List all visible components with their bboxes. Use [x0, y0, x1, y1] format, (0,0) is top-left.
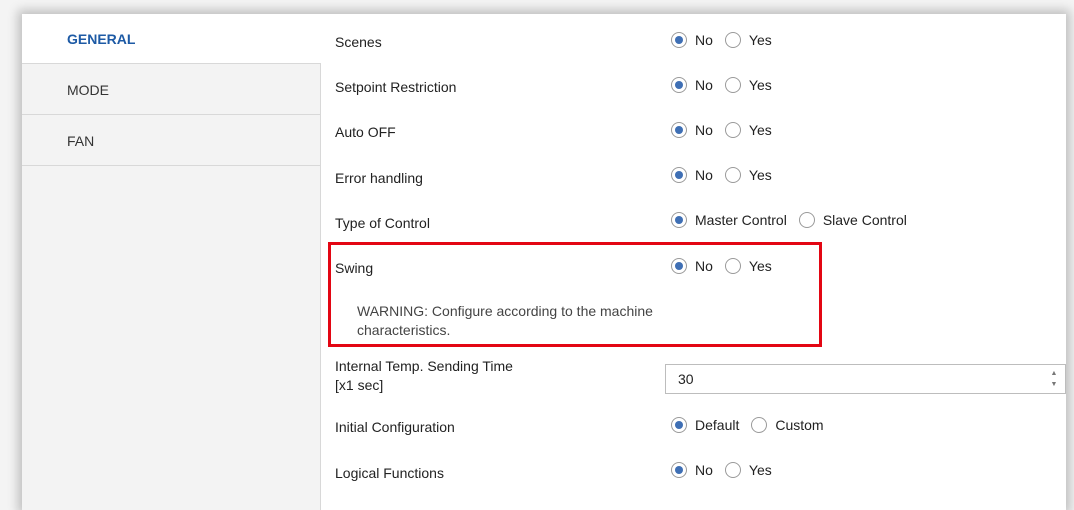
sidebar-item-label: FAN	[67, 133, 95, 149]
sidebar-item-label: GENERAL	[67, 31, 136, 47]
scenes-no-option[interactable]: No	[671, 32, 713, 48]
sidebar-item-general[interactable]: GENERAL	[22, 14, 321, 64]
type-of-control-options: Master Control Slave Control	[671, 212, 919, 228]
swing-highlight-box	[328, 242, 822, 347]
sidebar: GENERAL MODE FAN	[22, 14, 321, 510]
initial-configuration-label: Initial Configuration	[335, 419, 455, 435]
custom-option[interactable]: Custom	[751, 417, 824, 433]
parameter-window: GENERAL MODE FAN Scenes No Yes Setpoint …	[22, 14, 1066, 510]
option-label: Default	[695, 417, 740, 433]
default-option[interactable]: Default	[671, 417, 739, 433]
initial-configuration-options: Default Custom	[671, 417, 836, 433]
internal-temp-label-line2: [x1 sec]	[335, 377, 384, 393]
error-handling-options: No Yes	[671, 167, 784, 183]
option-label: Slave Control	[822, 212, 907, 228]
radio-unchecked-icon[interactable]	[724, 32, 741, 48]
setpoint-restriction-options: No Yes	[671, 77, 784, 93]
master-control-option[interactable]: Master Control	[671, 212, 787, 228]
option-label: Master Control	[695, 212, 787, 228]
scenes-options: No Yes	[671, 32, 784, 48]
radio-checked-icon[interactable]	[671, 417, 687, 433]
sidebar-item-fan[interactable]: FAN	[22, 116, 320, 166]
option-label: Yes	[748, 167, 772, 183]
radio-unchecked-icon[interactable]	[724, 77, 741, 93]
slave-control-option[interactable]: Slave Control	[798, 212, 907, 228]
radio-checked-icon[interactable]	[671, 212, 687, 228]
logical-no-option[interactable]: No	[671, 462, 713, 478]
radio-checked-icon[interactable]	[671, 77, 687, 93]
auto-off-yes-option[interactable]: Yes	[724, 122, 772, 138]
logical-functions-options: No Yes	[671, 462, 784, 478]
error-no-option[interactable]: No	[671, 167, 713, 183]
error-yes-option[interactable]: Yes	[724, 167, 772, 183]
option-label: No	[695, 32, 713, 48]
option-label: Yes	[748, 77, 772, 93]
setpoint-no-option[interactable]: No	[671, 77, 713, 93]
scenes-label: Scenes	[335, 34, 382, 50]
setpoint-yes-option[interactable]: Yes	[724, 77, 772, 93]
type-of-control-label: Type of Control	[335, 215, 430, 231]
radio-checked-icon[interactable]	[671, 167, 687, 183]
option-label: No	[695, 77, 713, 93]
radio-checked-icon[interactable]	[671, 122, 687, 138]
option-label: Yes	[748, 122, 772, 138]
option-label: No	[695, 462, 713, 478]
error-handling-label: Error handling	[335, 170, 423, 186]
option-label: Yes	[748, 462, 772, 478]
option-label: Custom	[775, 417, 824, 433]
spin-up-icon[interactable]: ▲	[1051, 369, 1058, 378]
spin-down-icon[interactable]: ▼	[1051, 380, 1058, 389]
spin-buttons[interactable]: ▲ ▼	[1049, 369, 1059, 389]
scenes-yes-option[interactable]: Yes	[724, 32, 772, 48]
logical-functions-label: Logical Functions	[335, 465, 444, 481]
radio-unchecked-icon[interactable]	[751, 417, 768, 433]
logical-yes-option[interactable]: Yes	[724, 462, 772, 478]
option-label: Yes	[748, 32, 772, 48]
auto-off-no-option[interactable]: No	[671, 122, 713, 138]
radio-checked-icon[interactable]	[671, 462, 687, 478]
auto-off-label: Auto OFF	[335, 124, 396, 140]
internal-temp-input[interactable]: 30 ▲ ▼	[665, 364, 1066, 394]
setpoint-restriction-label: Setpoint Restriction	[335, 79, 457, 95]
internal-temp-value: 30	[678, 371, 694, 387]
sidebar-item-mode[interactable]: MODE	[22, 65, 320, 115]
radio-checked-icon[interactable]	[671, 32, 687, 48]
radio-unchecked-icon[interactable]	[798, 212, 815, 228]
parameter-panel: Scenes No Yes Setpoint Restriction No Ye…	[321, 14, 1066, 510]
option-label: No	[695, 122, 713, 138]
internal-temp-label: Internal Temp. Sending Time [x1 sec]	[335, 357, 513, 395]
option-label: No	[695, 167, 713, 183]
sidebar-item-label: MODE	[67, 82, 109, 98]
radio-unchecked-icon[interactable]	[724, 122, 741, 138]
internal-temp-label-line1: Internal Temp. Sending Time	[335, 358, 513, 374]
radio-unchecked-icon[interactable]	[724, 167, 741, 183]
radio-unchecked-icon[interactable]	[724, 462, 741, 478]
auto-off-options: No Yes	[671, 122, 784, 138]
